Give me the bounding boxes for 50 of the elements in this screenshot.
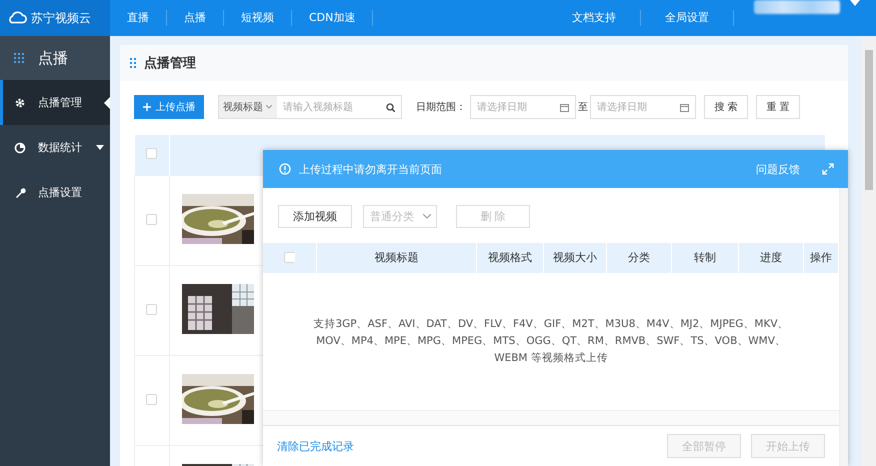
scrollbar[interactable] — [862, 36, 876, 466]
expand-icon[interactable] — [822, 163, 834, 175]
add-video-button[interactable]: 添加视频 — [278, 205, 352, 228]
column-header: 视频大小 — [544, 243, 607, 273]
column-header: 视频格式 — [477, 243, 544, 273]
caret-icon[interactable] — [96, 145, 104, 150]
drag-handle-icon — [130, 58, 136, 68]
nav-tab[interactable]: 直播 — [110, 10, 167, 26]
info-icon — [279, 163, 291, 175]
plus-icon — [142, 103, 150, 111]
nav-tab[interactable]: 点播 — [167, 10, 224, 26]
nav-tab[interactable]: CDN加速 — [292, 10, 374, 26]
date-range-label: 日期范围： — [416, 100, 466, 114]
calendar-icon — [560, 102, 569, 112]
checkbox[interactable] — [284, 252, 295, 264]
date-field[interactable]: 请选择日期 — [470, 95, 576, 119]
column-header: 转制 — [672, 243, 739, 273]
empty-message: 支持3GP、ASF、AVI、DAT、DV、FLV、F4V、GIF、M2T、M3U8、M4V、MJ2、MJPEG、MKV、MOV、MP4、MPE、MPG、MPEG、MTS、OGG、QT、RM、RMVB、SWF、TS、VOB、WMV、WEBM 等视频格式上传 — [312, 317, 790, 366]
pie-chart-icon — [14, 142, 26, 154]
logo-text: 苏宁视频云 — [31, 10, 91, 26]
sidebar-item[interactable]: 数据统计 — [0, 125, 110, 170]
checkbox[interactable] — [146, 214, 158, 224]
sidebar-item[interactable]: 点播管理 — [0, 80, 110, 125]
notice-text: 上传过程中请勿离开当前页面 — [299, 162, 442, 176]
nav-link[interactable]: 全局设置 — [641, 10, 734, 26]
date-separator: 至 — [578, 101, 588, 114]
chevron-icon — [423, 214, 431, 219]
column-header: 分类 — [607, 243, 672, 273]
sidebar-item[interactable]: 点播设置 — [0, 170, 110, 215]
column-header: 视频标题 — [317, 243, 477, 273]
nav-tab[interactable]: 短视频 — [224, 10, 292, 26]
clear-records-link[interactable]: 清除已完成记录 — [277, 438, 354, 454]
nav-link[interactable]: 文档支持 — [548, 10, 641, 26]
grid-icon — [14, 53, 24, 63]
calendar-icon — [680, 102, 689, 112]
blurred-username[interactable] — [754, 0, 840, 14]
section-title: 点播 — [38, 48, 68, 68]
feedback-link[interactable]: 问题反馈 — [756, 162, 800, 176]
checkbox[interactable] — [146, 148, 157, 159]
search-button[interactable]: 搜 索 — [704, 95, 748, 119]
wrench-icon — [14, 186, 26, 198]
reset-button[interactable]: 重 置 — [756, 95, 800, 119]
checkbox[interactable] — [146, 304, 158, 314]
checkbox[interactable] — [146, 394, 158, 404]
upload-button[interactable]: 上传点播 — [134, 95, 204, 119]
scrollbar[interactable] — [839, 188, 848, 466]
gear-icon — [14, 96, 26, 108]
date-field[interactable]: 请选择日期 — [590, 95, 696, 119]
column-header: 进度 — [739, 243, 804, 273]
page-title: 点播管理 — [144, 55, 196, 72]
